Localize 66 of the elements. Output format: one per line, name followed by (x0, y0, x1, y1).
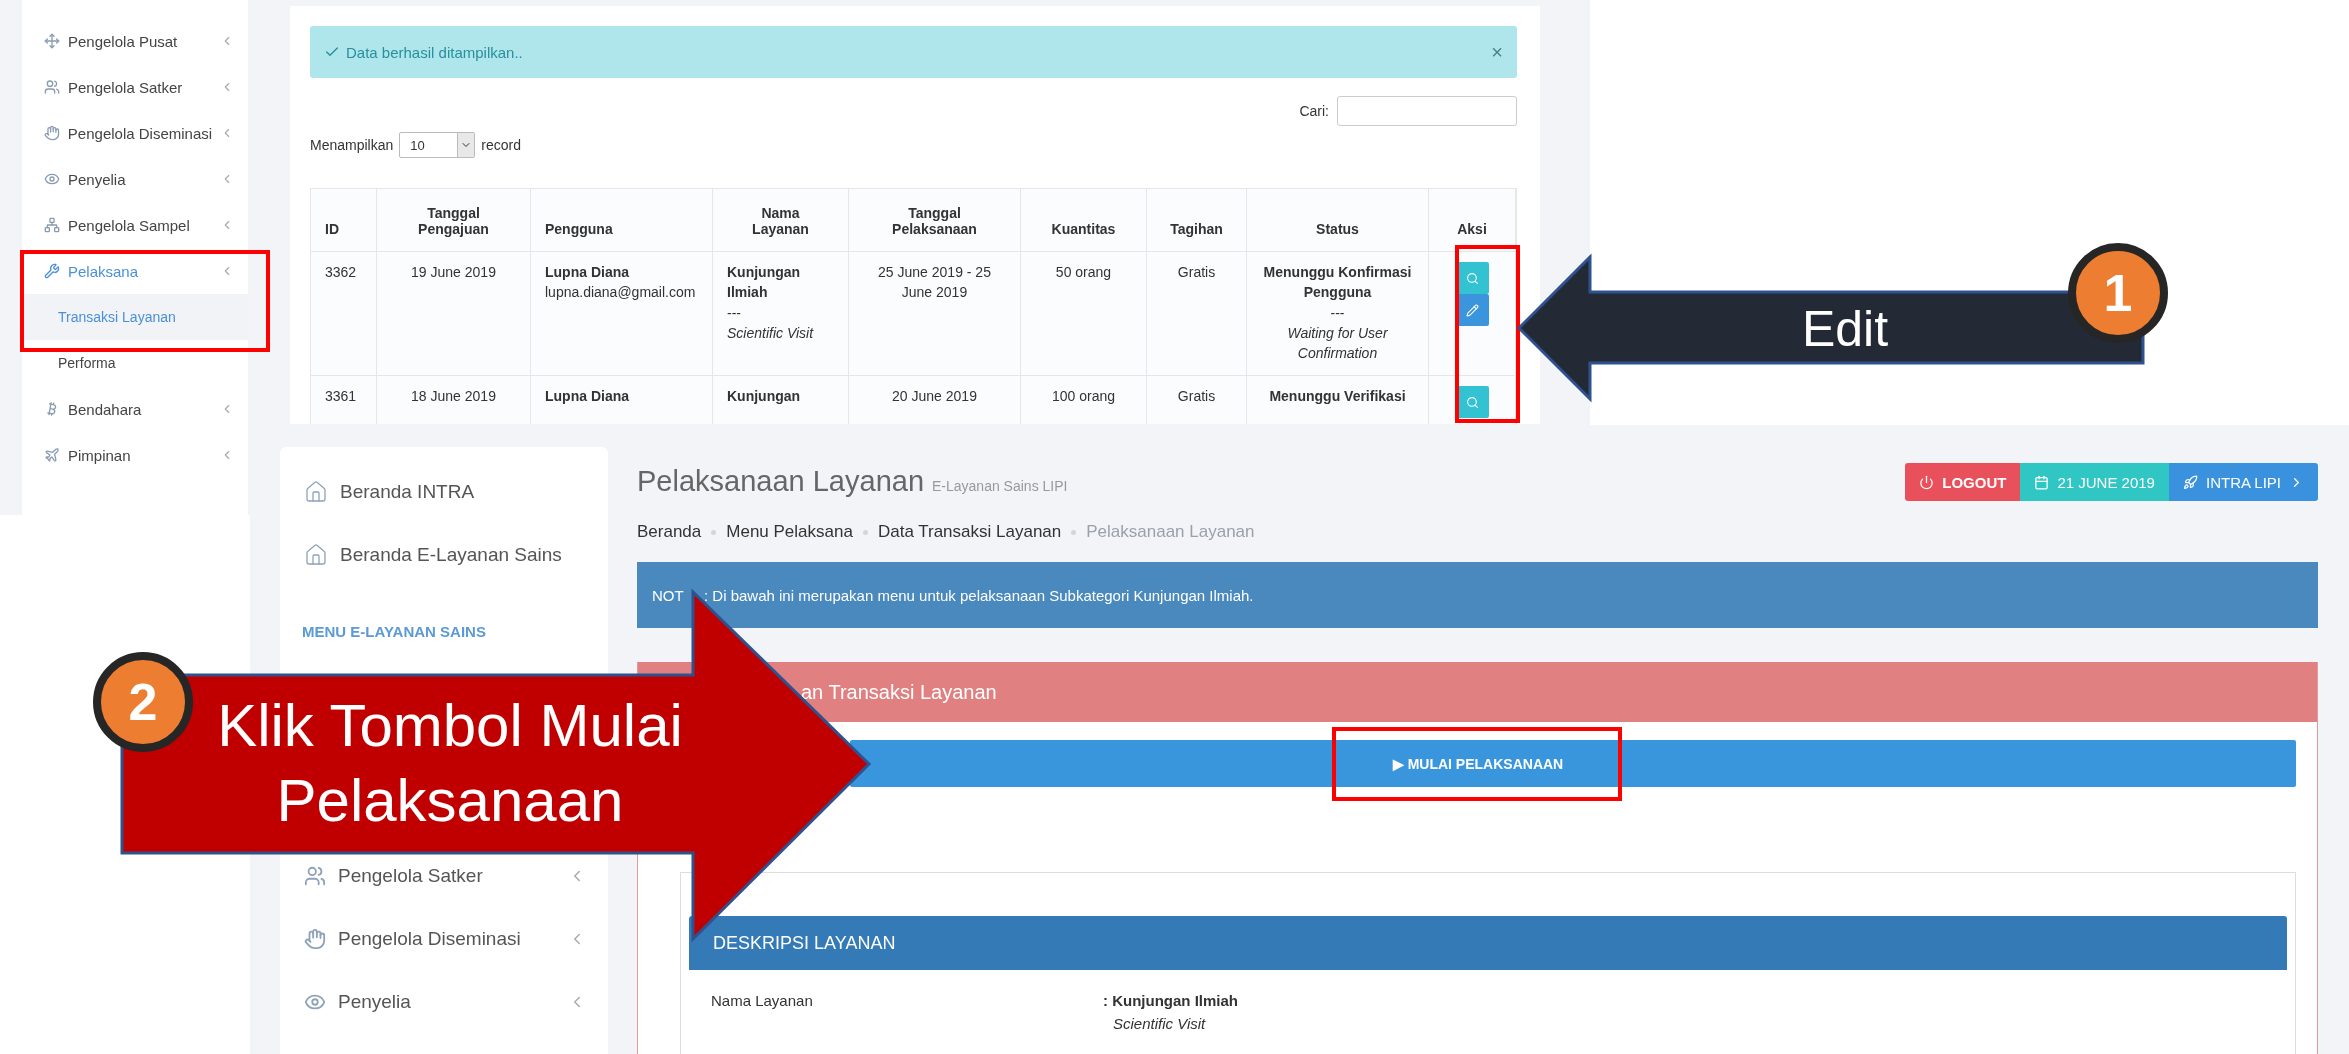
menu-heading: MENU E-LAYANAN SAINS (301, 621, 487, 642)
cell-text: Gratis (1177, 387, 1216, 407)
panel-title: an Transaksi Layanan (801, 680, 997, 704)
column-header: Pengguna (531, 189, 713, 251)
note-text: : Di bawah ini merupakan menu untuk pelaksanaan Subkategori Kunjungan Ilmiah. (704, 586, 1254, 604)
sidebar-item[interactable]: Pengelola Pusat (22, 18, 248, 64)
sidebar-item[interactable]: Penyelia (280, 982, 608, 1022)
sidebar-item[interactable]: Beranda INTRA (280, 472, 608, 512)
breadcrumb-link[interactable]: Data Transaksi Layanan (877, 522, 1062, 542)
sidebar-item[interactable]: Pimpinan (22, 432, 248, 478)
column-header: ID (311, 189, 377, 251)
length-label: record (481, 137, 521, 153)
cell-text: 18 June 2019 (411, 387, 496, 407)
cell-text: 50 orang (1055, 263, 1112, 282)
user-email: lupna.diana@gmail.com (545, 283, 696, 303)
page-title: Pelaksanaan Layanan (637, 465, 924, 498)
service-name: Kunjungan Ilmiah (727, 263, 802, 303)
user-name: Lupna Diana (545, 263, 629, 282)
column-header: Aksi (1429, 189, 1516, 251)
column-header: Status (1247, 189, 1429, 251)
field-value: : Kunjungan Ilmiah (1103, 992, 1239, 1009)
cell-text: 20 June 2019 (892, 387, 977, 407)
callout-text: Klik Tombol Mulai Pelaksanaan (216, 691, 684, 836)
sidebar-item[interactable]: Beranda E-Layanan Sains (280, 535, 608, 575)
sidebar-item[interactable]: Penyelia (22, 156, 248, 202)
cell-text: 3361 (325, 387, 357, 407)
status-translation: Waiting for User Confirmation (1286, 323, 1389, 364)
step-badge: 1 (2068, 243, 2168, 343)
logout-button[interactable]: LOGOUT (1905, 463, 2021, 501)
column-header: Kuantitas (1021, 189, 1147, 251)
page-size-select[interactable]: 10 (399, 132, 476, 158)
column-header: Tanggal Pelaksanaan (849, 189, 1021, 251)
cell-text: Gratis (1177, 263, 1216, 282)
field-note: Scientific Visit (1112, 1015, 1207, 1032)
note-text: NOT (652, 586, 685, 604)
sidebar-item[interactable]: Pengelola Sampel (22, 202, 248, 248)
service-translation: Scientific Visit (727, 323, 814, 343)
section-title: DESKRIPSI LAYANAN (713, 932, 896, 954)
service-name: Kunjungan (727, 387, 801, 407)
user-name: Lupna Diana (545, 387, 629, 407)
breadcrumb-link[interactable]: Beranda (637, 522, 702, 542)
sidebar-item[interactable]: Bendahara (22, 386, 248, 432)
cell-text: 19 June 2019 (411, 263, 496, 282)
sidebar-item[interactable]: Pengelola Diseminasi (22, 110, 248, 156)
callout-text: Edit (1800, 300, 1890, 359)
cell-text: --- (1330, 303, 1345, 323)
cell-text: 100 orang (1051, 387, 1116, 407)
breadcrumb-link[interactable]: Menu Pelaksana (726, 522, 853, 542)
sidebar-item[interactable]: Pengelola Satker (22, 64, 248, 110)
cell-text: 25 June 2019 - 25 June 2019 (877, 263, 992, 303)
field-label: Nama Layanan (711, 992, 814, 1011)
column-header: Tagihan (1147, 189, 1247, 251)
status-text: Menunggu Verifikasi (1269, 387, 1406, 407)
sidebar-item[interactable]: Pengelola Satker (280, 856, 608, 896)
status-text: Menunggu Konfirmasi Pengguna (1262, 263, 1413, 303)
submenu-item[interactable]: Performa (22, 340, 248, 386)
column-header: Nama Layanan (713, 189, 849, 251)
cell-text: 3362 (325, 263, 357, 282)
search-label: Cari: (1299, 103, 1329, 119)
page-subtitle: E-Layanan Sains LIPI (932, 478, 1068, 494)
column-header: Tanggal Pengajuan (377, 189, 531, 251)
cell-text: --- (727, 303, 741, 323)
step-badge: 2 (93, 652, 193, 752)
alert-text: Data berhasil ditampilkan.. (346, 43, 524, 61)
length-label: Menampilkan (310, 137, 394, 153)
sidebar-item[interactable]: Pengelola Diseminasi (280, 919, 608, 959)
